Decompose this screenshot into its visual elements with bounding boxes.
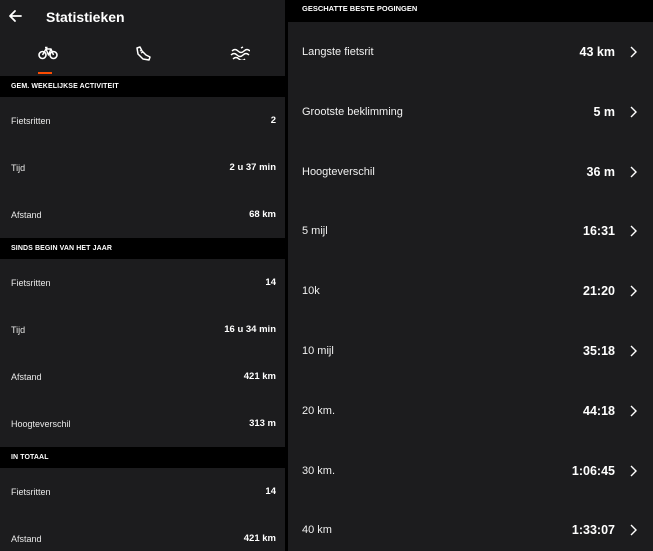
stat-label: Fietsritten	[11, 487, 51, 497]
stat-row: Afstand 68 km	[0, 191, 285, 238]
chevron-right-icon	[630, 345, 637, 357]
stat-label: Fietsritten	[11, 278, 51, 288]
stat-row: Fietsritten 14	[0, 468, 285, 515]
effort-value: 5 m	[593, 104, 615, 119]
stat-row: Fietsritten 2	[0, 97, 285, 144]
stat-label: Afstand	[11, 372, 42, 382]
stat-value: 421 km	[243, 371, 276, 382]
stat-value: 14	[265, 486, 276, 497]
stat-row: Tijd 2 u 37 min	[0, 144, 285, 191]
effort-label: 5 mijl	[302, 225, 328, 238]
best-effort-row[interactable]: 30 km. 1:06:45	[288, 441, 653, 501]
weekly-activity-list: Fietsritten 2 Tijd 2 u 37 min Afstand 68…	[0, 97, 285, 238]
top-bar: Statistieken	[0, 0, 285, 36]
stat-row: Hoogteverschil 313 m	[0, 400, 285, 447]
effort-value: 1:33:07	[571, 523, 615, 538]
stat-row: Fietsritten 14	[0, 259, 285, 306]
back-arrow-icon[interactable]	[6, 6, 24, 26]
tab-running[interactable]	[96, 36, 190, 76]
stat-label: Fietsritten	[11, 116, 51, 126]
chevron-right-icon	[630, 405, 637, 417]
stat-label: Hoogteverschil	[11, 419, 71, 429]
effort-value: 35:18	[583, 343, 615, 358]
effort-value: 36 m	[586, 164, 616, 179]
best-efforts-panel: GESCHATTE BESTE POGINGEN Langste fietsri…	[288, 0, 653, 551]
page-title: Statistieken	[46, 9, 125, 25]
all-time-header: IN TOTAAL	[0, 447, 285, 468]
effort-label: Grootste beklimming	[302, 105, 403, 118]
year-to-date-header: SINDS BEGIN VAN HET JAAR	[0, 238, 285, 259]
chevron-right-icon	[630, 225, 637, 237]
tab-cycling[interactable]	[0, 36, 94, 76]
best-effort-row[interactable]: Hoogteverschil 36 m	[288, 142, 653, 202]
stat-row: Tijd 16 u 34 min	[0, 306, 285, 353]
all-time-list: Fietsritten 14 Afstand 421 km	[0, 468, 285, 551]
effort-value: 44:18	[583, 403, 615, 418]
best-effort-row[interactable]: Langste fietsrit 43 km	[288, 22, 653, 82]
shoe-icon	[136, 46, 151, 61]
active-tab-indicator	[38, 72, 52, 74]
effort-label: 10 mijl	[302, 344, 334, 357]
sport-tabs	[0, 36, 285, 76]
best-effort-row[interactable]: 40 km 1:33:07	[288, 500, 653, 551]
bike-icon	[38, 46, 58, 60]
effort-label: 30 km.	[302, 464, 336, 477]
chevron-right-icon	[630, 465, 637, 477]
effort-label: Langste fietsrit	[302, 46, 374, 58]
best-effort-row[interactable]: 10k 21:20	[288, 261, 653, 321]
stat-label: Tijd	[11, 163, 26, 173]
effort-label: Hoogteverschil	[302, 165, 375, 178]
stat-label: Tijd	[11, 325, 26, 335]
stat-value: 313 m	[249, 418, 276, 429]
tab-swimming[interactable]	[192, 36, 285, 76]
effort-value: 21:20	[583, 284, 615, 299]
stat-value: 14	[265, 277, 276, 288]
stat-value: 68 km	[249, 209, 276, 220]
chevron-right-icon	[630, 166, 637, 178]
stat-value: 2 u 37 min	[229, 162, 276, 173]
weekly-activity-header: GEM. WEKELIJKSE ACTIVITEIT	[0, 76, 285, 97]
stat-label: Afstand	[11, 534, 42, 544]
stat-value: 421 km	[243, 533, 276, 544]
chevron-right-icon	[630, 524, 637, 536]
effort-label: 40 km	[302, 524, 332, 537]
stat-label: Afstand	[11, 210, 42, 220]
effort-value: 1:06:45	[571, 463, 615, 478]
chevron-right-icon	[630, 285, 637, 297]
best-effort-row[interactable]: 20 km. 44:18	[288, 381, 653, 441]
statistics-panel: Statistieken GEM. WEKELIJKSE ACTIVITEIT …	[0, 0, 285, 551]
year-to-date-list: Fietsritten 14 Tijd 16 u 34 min Afstand …	[0, 259, 285, 447]
chevron-right-icon	[630, 46, 637, 58]
stat-row: Afstand 421 km	[0, 515, 285, 551]
effort-value: 43 km	[579, 45, 615, 59]
best-efforts-list: Langste fietsrit 43 km Grootste beklimmi…	[288, 22, 653, 551]
stat-value: 16 u 34 min	[224, 324, 276, 335]
stat-row: Afstand 421 km	[0, 353, 285, 400]
effort-label: 20 km.	[302, 404, 336, 417]
best-effort-row[interactable]: Grootste beklimming 5 m	[288, 82, 653, 142]
best-effort-row[interactable]: 5 mijl 16:31	[288, 201, 653, 261]
waves-icon	[230, 46, 250, 60]
chevron-right-icon	[630, 106, 637, 118]
effort-label: 10k	[302, 285, 320, 298]
best-effort-row[interactable]: 10 mijl 35:18	[288, 321, 653, 381]
effort-value: 16:31	[583, 224, 615, 239]
stat-value: 2	[270, 115, 276, 126]
best-efforts-header: GESCHATTE BESTE POGINGEN	[288, 0, 653, 22]
